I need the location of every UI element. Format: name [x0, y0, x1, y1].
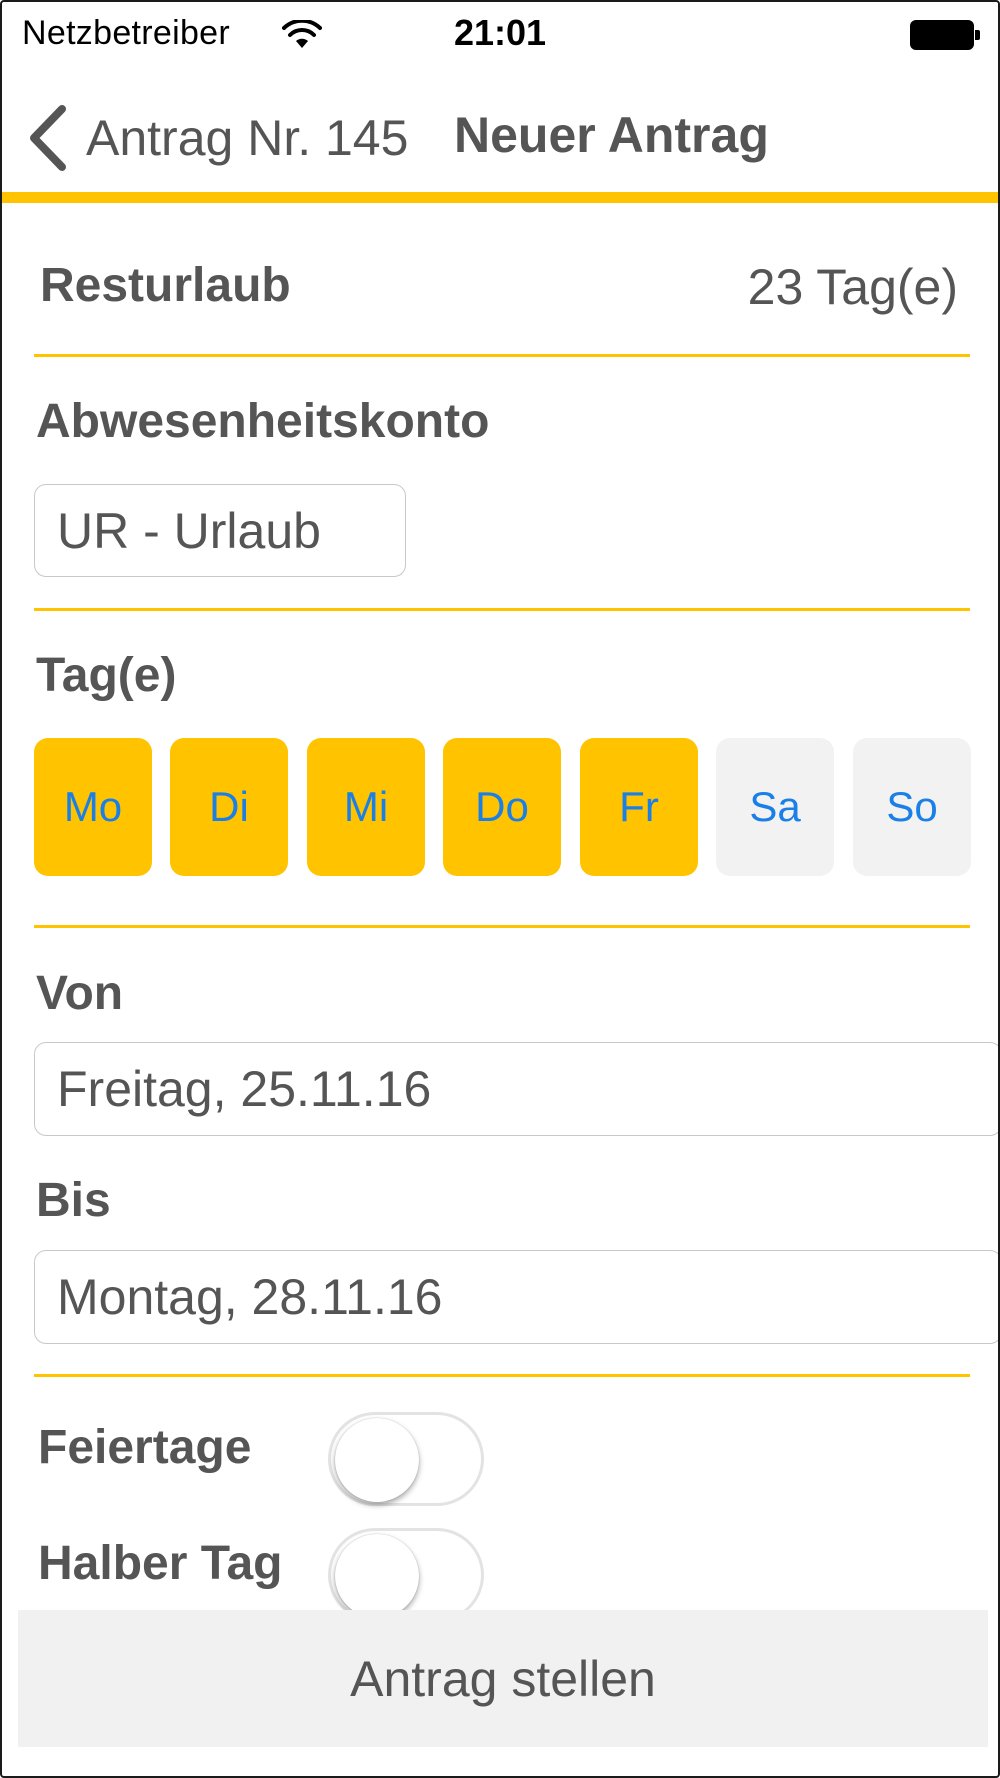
days-label: Tag(e) [36, 649, 177, 702]
to-date-field[interactable]: Montag, 28.11.16 [34, 1250, 998, 1344]
from-date-label: Von [36, 967, 124, 1020]
page-title: Neuer Antrag [454, 107, 769, 163]
remaining-vacation-value: 23 Tag(e) [747, 259, 958, 315]
weekday-selector: Mo Di Mi Do Fr Sa So [34, 738, 972, 876]
day-toggle-sa[interactable]: Sa [716, 738, 834, 876]
phone-screen: Netzbetreiber 21:01 Antrag Nr. 145 Neuer… [0, 0, 1000, 1778]
absence-account-label: Abwesenheitskonto [36, 395, 490, 448]
divider [34, 608, 970, 611]
remaining-vacation-label: Resturlaub [40, 259, 291, 312]
divider [34, 925, 970, 928]
absence-account-select[interactable]: UR - Urlaub [34, 484, 406, 577]
back-button-label: Antrag Nr. 145 [86, 110, 409, 166]
day-toggle-fr[interactable]: Fr [580, 738, 698, 876]
chevron-left-icon [30, 105, 66, 171]
half-day-toggle[interactable] [328, 1528, 484, 1622]
holidays-toggle[interactable] [328, 1412, 484, 1506]
toggle-knob [335, 1534, 419, 1618]
remaining-vacation-row: Resturlaub 23 Tag(e) [2, 228, 998, 348]
day-toggle-do[interactable]: Do [443, 738, 561, 876]
toggle-knob [335, 1418, 419, 1502]
to-date-label: Bis [36, 1174, 111, 1227]
day-toggle-so[interactable]: So [853, 738, 971, 876]
day-toggle-mo[interactable]: Mo [34, 738, 152, 876]
holidays-label: Feiertage [38, 1421, 252, 1474]
navigation-bar: Antrag Nr. 145 Neuer Antrag [2, 68, 998, 202]
submit-request-button[interactable]: Antrag stellen [18, 1610, 988, 1747]
holidays-row: Feiertage [2, 1402, 998, 1512]
battery-full-icon [910, 20, 980, 50]
from-date-field[interactable]: Freitag, 25.11.16 [34, 1042, 998, 1136]
half-day-label: Halber Tag [38, 1537, 283, 1590]
clock: 21:01 [453, 12, 547, 53]
divider [34, 1374, 970, 1377]
status-bar: Netzbetreiber 21:01 [2, 2, 998, 68]
day-toggle-mi[interactable]: Mi [307, 738, 425, 876]
nav-accent-bar [2, 192, 998, 203]
back-button[interactable]: Antrag Nr. 145 [26, 98, 408, 178]
day-toggle-di[interactable]: Di [170, 738, 288, 876]
divider [34, 354, 970, 357]
